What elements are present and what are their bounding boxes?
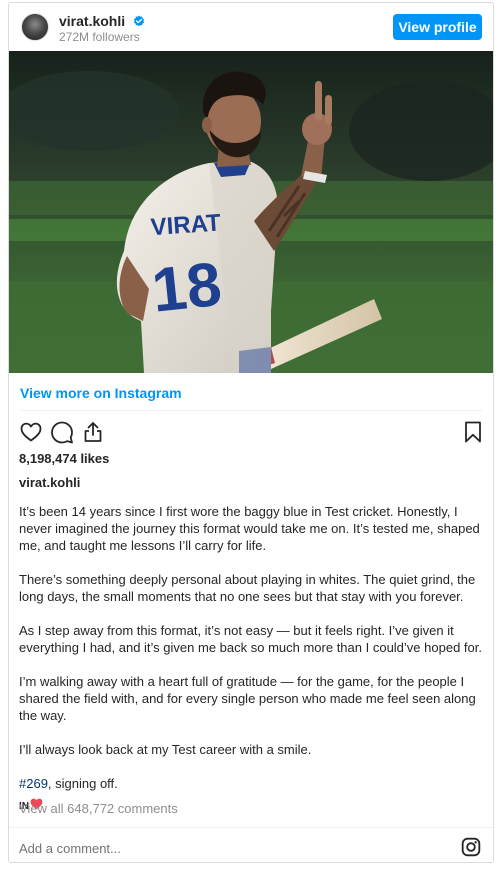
like-count[interactable]: 8,198,474 likes bbox=[19, 451, 109, 466]
caption-username[interactable]: virat.kohli bbox=[19, 475, 80, 490]
username-row[interactable]: virat.kohli bbox=[59, 13, 145, 29]
signoff-text: , signing off. bbox=[47, 776, 118, 791]
view-more-on-instagram-link[interactable]: View more on Instagram bbox=[20, 385, 182, 401]
caption-paragraph: As I step away from this format, it’s no… bbox=[19, 623, 482, 655]
caption-paragraph: There’s something deeply personal about … bbox=[19, 572, 476, 604]
caption-text: It’s been 14 years since I first wore th… bbox=[19, 503, 485, 814]
comment-bubble-icon[interactable] bbox=[50, 420, 74, 444]
comment-bar bbox=[9, 827, 493, 862]
jersey-name: VIRAT bbox=[150, 209, 222, 241]
caption-paragraph: It’s been 14 years since I first wore th… bbox=[19, 504, 480, 553]
share-icon[interactable] bbox=[81, 420, 105, 444]
comment-input[interactable] bbox=[19, 838, 439, 858]
view-profile-button[interactable]: View profile bbox=[393, 14, 482, 40]
cricketer-photo: VIRAT 18 bbox=[9, 51, 493, 373]
post-header: virat.kohli 272M followers View profile bbox=[9, 3, 493, 51]
bookmark-icon[interactable] bbox=[461, 420, 485, 444]
view-all-comments-link[interactable]: View all 648,772 comments bbox=[19, 801, 178, 816]
heart-outline-icon[interactable] bbox=[19, 420, 43, 444]
follower-count: 272M followers bbox=[59, 30, 140, 44]
username[interactable]: virat.kohli bbox=[59, 13, 125, 29]
instagram-embed-card: virat.kohli 272M followers View profile bbox=[8, 2, 494, 863]
divider bbox=[20, 410, 482, 411]
instagram-logo-icon[interactable] bbox=[461, 837, 481, 857]
action-bar bbox=[9, 420, 493, 446]
signoff-line: #269, signing off. bbox=[19, 775, 485, 792]
jersey-number: 18 bbox=[149, 250, 225, 326]
post-photo[interactable]: VIRAT 18 bbox=[9, 51, 493, 373]
hashtag-link[interactable]: #269 bbox=[19, 776, 48, 791]
caption-paragraph: I’ll always look back at my Test career … bbox=[19, 742, 312, 757]
avatar[interactable] bbox=[21, 13, 49, 41]
verified-badge-icon bbox=[133, 15, 145, 27]
caption-paragraph: I’m walking away with a heart full of gr… bbox=[19, 674, 476, 723]
